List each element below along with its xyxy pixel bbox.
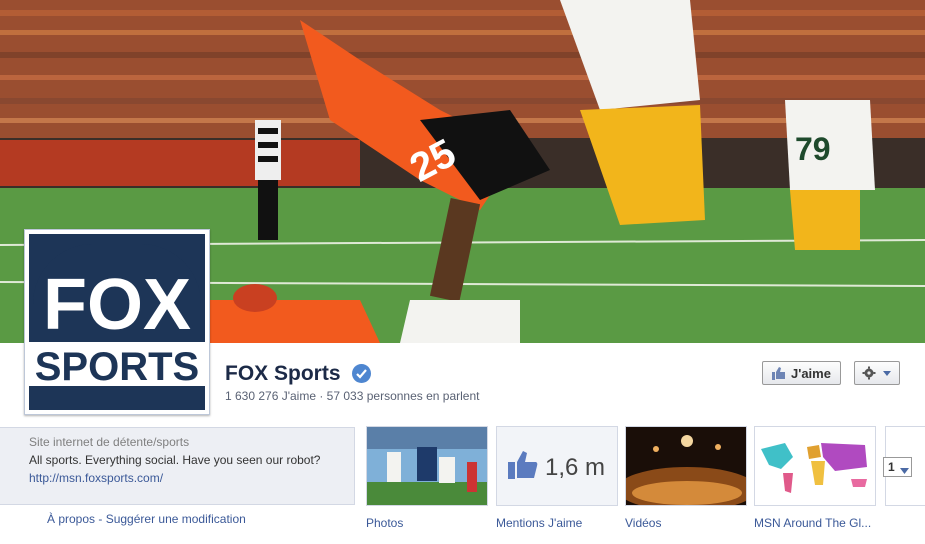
photos-label[interactable]: Photos bbox=[366, 516, 488, 530]
page-category: Site internet de détente/sports bbox=[29, 435, 190, 449]
fox-sports-logo: FOX SPORTS bbox=[29, 234, 205, 410]
about-link[interactable]: À propos bbox=[47, 512, 95, 526]
page-title: FOX Sports bbox=[225, 362, 341, 385]
about-links: À propos - Suggérer une modification bbox=[47, 512, 246, 526]
photos-tile[interactable] bbox=[366, 426, 488, 506]
photos-thumbnail bbox=[367, 427, 487, 505]
logo-fox-text: FOX bbox=[43, 265, 191, 345]
like-button[interactable]: J'aime bbox=[762, 361, 841, 385]
page-description: All sports. Everything social. Have you … bbox=[29, 453, 321, 467]
gear-icon bbox=[862, 366, 891, 380]
link-separator: - bbox=[95, 512, 106, 526]
website-link[interactable]: http://msn.foxsports.com/ bbox=[29, 471, 163, 485]
videos-thumbnail bbox=[626, 427, 746, 505]
likes-count: 1,6 m bbox=[545, 454, 606, 481]
settings-button[interactable] bbox=[854, 361, 900, 385]
msn-tile[interactable] bbox=[754, 426, 876, 506]
likes-label[interactable]: Mentions J'aime bbox=[496, 516, 618, 530]
suggest-edit-link[interactable]: Suggérer une modification bbox=[106, 512, 246, 526]
verified-badge-icon bbox=[352, 364, 371, 383]
more-apps-count: 1 bbox=[888, 460, 895, 474]
more-apps-dropdown[interactable]: 1 bbox=[883, 457, 912, 477]
caret-down-icon bbox=[900, 463, 909, 477]
caret-down-icon bbox=[883, 371, 891, 376]
thumbs-up-icon bbox=[508, 451, 538, 484]
like-button-label: J'aime bbox=[791, 366, 831, 381]
videos-label[interactable]: Vidéos bbox=[625, 516, 747, 530]
msn-label[interactable]: MSN Around The Gl... bbox=[754, 516, 876, 530]
thumbs-up-icon bbox=[772, 367, 786, 383]
profile-picture[interactable]: FOX SPORTS bbox=[24, 229, 210, 415]
about-box: Site internet de détente/sports All spor… bbox=[0, 427, 355, 505]
page-stats: 1 630 276 J'aime · 57 033 personnes en p… bbox=[225, 389, 480, 403]
likes-tile[interactable]: 1,6 m bbox=[496, 426, 618, 506]
world-map-thumbnail bbox=[755, 427, 875, 505]
jersey-number-right: 79 bbox=[795, 131, 831, 167]
logo-sports-text: SPORTS bbox=[35, 345, 199, 389]
videos-tile[interactable] bbox=[625, 426, 747, 506]
